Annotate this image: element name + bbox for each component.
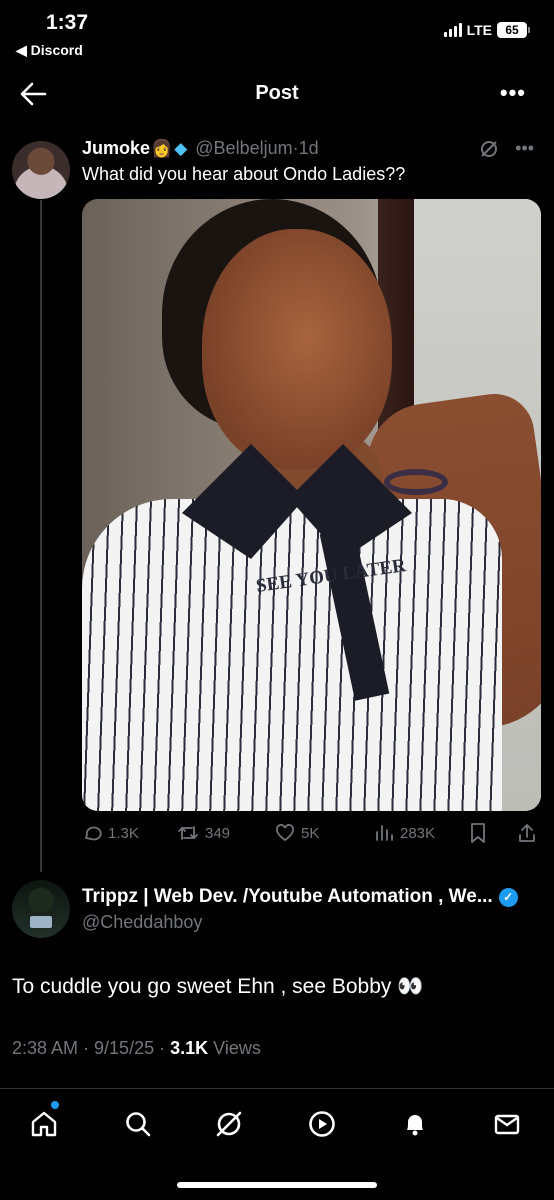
reply-views-label: Views xyxy=(213,1038,261,1058)
repost-count: 349 xyxy=(205,824,231,842)
battery-icon: 65 xyxy=(497,22,530,38)
tab-search[interactable] xyxy=(121,1107,155,1141)
reply-header: Trippz | Web Dev. /Youtube Automation , … xyxy=(82,886,518,908)
reply-meta: 2:38 AM · 9/15/25 · 3.1K Views xyxy=(12,1038,261,1059)
post-top-actions: ••• xyxy=(479,138,534,159)
reply-author-avatar[interactable] xyxy=(12,880,70,938)
top-bar: Post ••• xyxy=(0,66,554,122)
share-icon[interactable] xyxy=(517,822,537,844)
post-action-bar: 1.3K 349 5K 283K xyxy=(82,820,542,846)
search-icon xyxy=(126,1112,151,1137)
reply-button[interactable]: 1.3K xyxy=(82,823,139,843)
grok-icon[interactable] xyxy=(479,139,499,159)
bell-icon xyxy=(407,1115,423,1136)
post-text: What did you hear about Ondo Ladies?? xyxy=(82,164,406,184)
reply-icon xyxy=(85,826,102,841)
home-notification-dot xyxy=(51,1101,59,1109)
network-label: LTE xyxy=(466,22,492,38)
repost-icon xyxy=(178,826,198,840)
verified-badge-icon: ✓ xyxy=(498,887,518,907)
play-circle-icon xyxy=(309,1111,335,1137)
like-count: 5K xyxy=(301,824,320,842)
tab-home[interactable] xyxy=(27,1107,61,1141)
post-time: 1d xyxy=(298,138,319,158)
status-indicators: LTE 65 xyxy=(443,22,530,38)
post-header: Jumoke 👩 ◆ @Belbeljum · 1d xyxy=(82,138,319,159)
author-handle[interactable]: @Belbeljum xyxy=(195,138,292,159)
repost-button[interactable]: 349 xyxy=(177,823,230,843)
like-button[interactable]: 5K xyxy=(275,823,319,843)
tab-notifications[interactable] xyxy=(398,1107,432,1141)
views-chart-icon xyxy=(376,825,393,841)
reply-count: 1.3K xyxy=(108,824,139,842)
views-count: 283K xyxy=(400,824,436,842)
gem-icon: ◆ xyxy=(174,138,188,158)
status-time: 1:37 xyxy=(46,11,89,34)
page-title: Post xyxy=(255,82,299,104)
back-to-app-link[interactable]: ◀ Discord xyxy=(16,42,83,59)
author-name[interactable]: Jumoke xyxy=(82,138,150,159)
shirt-print: SEE YOU LATER xyxy=(255,555,408,597)
post-more-icon[interactable]: ••• xyxy=(515,138,534,159)
tab-video[interactable] xyxy=(305,1107,339,1141)
reply-views-count: 3.1K xyxy=(170,1038,209,1058)
thread-connector xyxy=(40,200,42,872)
svg-text:SEE YOU LATER: SEE YOU LATER xyxy=(255,555,408,597)
tab-messages[interactable] xyxy=(490,1107,524,1141)
heart-icon xyxy=(276,824,294,842)
home-indicator[interactable] xyxy=(177,1182,377,1188)
post-photo[interactable]: SEE YOU LATER xyxy=(82,199,541,811)
status-bar: 1:37 ◀ Discord LTE 65 xyxy=(0,0,554,66)
reply-timestamp: 2:38 AM · 9/15/25 · xyxy=(12,1038,166,1058)
home-icon xyxy=(31,1111,57,1137)
reply-text: To cuddle you go sweet Ehn , see Bobby 👀 xyxy=(12,975,424,998)
author-avatar[interactable] xyxy=(12,141,70,199)
reply-author-handle[interactable]: @Cheddahboy xyxy=(82,912,202,933)
bookmark-icon[interactable] xyxy=(469,822,487,844)
more-options-icon[interactable]: ••• xyxy=(500,80,526,106)
signal-icon xyxy=(443,23,462,37)
views-button[interactable]: 283K xyxy=(374,823,435,843)
grok-icon xyxy=(216,1111,242,1137)
mail-icon xyxy=(494,1114,520,1135)
author-emoji: 👩 xyxy=(151,138,173,158)
battery-level: 65 xyxy=(497,22,527,38)
tab-grok[interactable] xyxy=(212,1107,246,1141)
reply-author-name[interactable]: Trippz | Web Dev. /Youtube Automation , … xyxy=(82,886,493,908)
